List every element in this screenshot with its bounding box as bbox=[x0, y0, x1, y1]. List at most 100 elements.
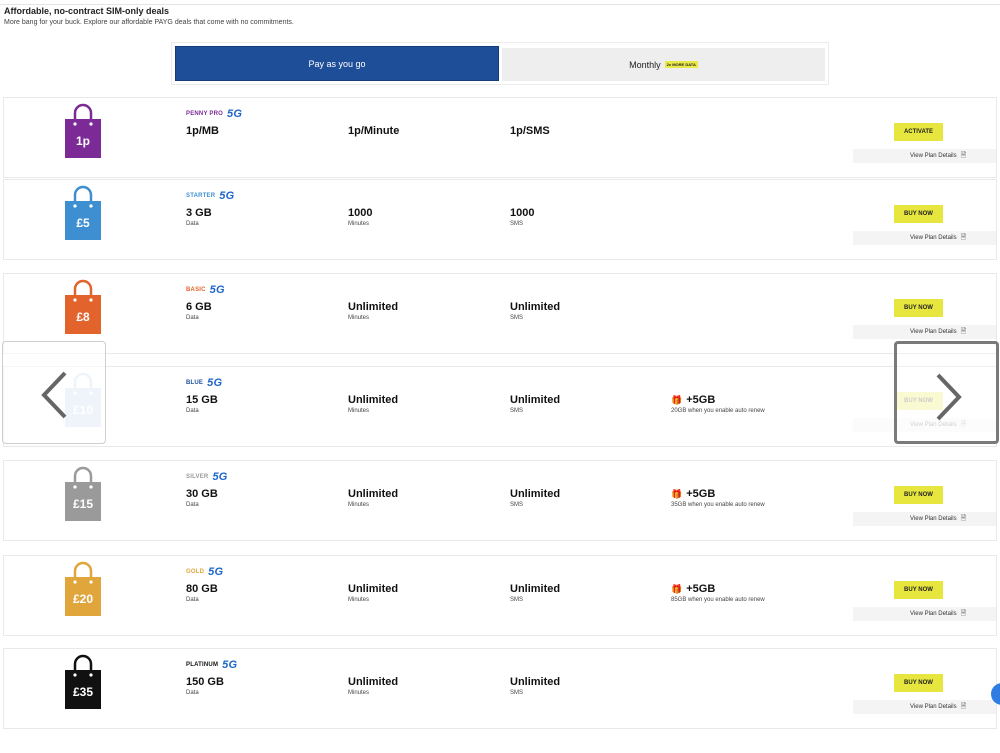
plan-sms: Unlimited SMS bbox=[510, 583, 560, 603]
plan-data: 30 GB Data bbox=[186, 488, 218, 508]
tab-pay-as-you-go[interactable]: Pay as you go bbox=[175, 46, 499, 81]
plan-name: GOLD 5G bbox=[186, 566, 223, 578]
plan-bonus-label: 85GB when you enable auto renew bbox=[671, 597, 765, 603]
view-plan-details-link[interactable]: View Plan Details 🗎 bbox=[853, 607, 996, 621]
plan-sms: Unlimited SMS bbox=[510, 488, 560, 508]
plan-data-label: Data bbox=[186, 502, 199, 508]
plan-minutes-value: 1p/Minute bbox=[348, 125, 400, 137]
plan-data-value: 3 GB bbox=[186, 207, 212, 219]
plan-sms-value: Unlimited bbox=[510, 676, 561, 688]
page-title: Affordable, no-contract SIM-only deals bbox=[4, 6, 170, 16]
view-plan-details-label: View Plan Details bbox=[910, 611, 957, 617]
plan-card: £5 STARTER 5G 3 GB Data 1000 Minutes 100… bbox=[3, 179, 997, 260]
plan-data-value: 80 GB bbox=[186, 583, 218, 595]
view-plan-details-link[interactable]: View Plan Details 🗎 bbox=[853, 149, 996, 163]
shopping-bag-icon: £20 bbox=[63, 561, 103, 617]
plan-data: 150 GB Data bbox=[186, 676, 224, 696]
plan-data-value: 1p/MB bbox=[186, 125, 219, 137]
plan-data: 6 GB Data bbox=[186, 301, 212, 321]
plan-name-label: BLUE bbox=[186, 380, 204, 386]
tab-monthly[interactable]: Monthly 2x MORE DATA bbox=[502, 48, 825, 81]
plan-type-toggle: Pay as you go Monthly 2x MORE DATA bbox=[171, 42, 829, 85]
plan-card: 1p PENNY PRO 5G 1p/MB 1p/Minute 1p/SMS A… bbox=[3, 97, 997, 178]
plan-bonus: 🎁 +5GB 85GB when you enable auto renew bbox=[671, 583, 765, 603]
previous-plan-button[interactable] bbox=[2, 341, 106, 444]
shopping-bag-icon: £8 bbox=[63, 279, 103, 335]
plan-minutes: Unlimited Minutes bbox=[348, 394, 398, 414]
chevron-right-icon bbox=[936, 373, 962, 421]
plan-sms-value: 1000 bbox=[510, 207, 535, 219]
plan-data-label: Data bbox=[186, 221, 199, 227]
gift-icon: 🎁 bbox=[671, 488, 683, 499]
plan-name: BLUE 5G bbox=[186, 377, 222, 389]
view-plan-details-link[interactable]: View Plan Details 🗎 bbox=[853, 700, 996, 714]
plan-action-button[interactable]: ACTIVATE bbox=[894, 123, 943, 141]
shopping-bag-icon: £15 bbox=[63, 466, 103, 522]
plan-name: STARTER 5G bbox=[186, 190, 234, 202]
plan-minutes-value: Unlimited bbox=[348, 301, 399, 313]
plan-sms: Unlimited SMS bbox=[510, 676, 560, 696]
view-plan-details-label: View Plan Details bbox=[910, 235, 957, 241]
plan-minutes-value: Unlimited bbox=[348, 676, 399, 688]
plan-name-label: GOLD bbox=[186, 569, 205, 575]
plan-data: 1p/MB bbox=[186, 125, 219, 139]
document-icon: 🗎 bbox=[960, 609, 967, 617]
view-plan-details-label: View Plan Details bbox=[910, 516, 957, 522]
plan-minutes-label: Minutes bbox=[348, 502, 370, 508]
plan-name: SILVER 5G bbox=[186, 471, 228, 483]
plan-minutes-value: Unlimited bbox=[348, 394, 399, 406]
plan-sms-label: SMS bbox=[510, 502, 524, 508]
plan-minutes: Unlimited Minutes bbox=[348, 488, 398, 508]
view-plan-details-link[interactable]: View Plan Details 🗎 bbox=[853, 512, 996, 526]
plan-data-value: 150 GB bbox=[186, 676, 224, 688]
plan-sms: 1p/SMS bbox=[510, 125, 550, 139]
top-divider bbox=[0, 4, 1000, 5]
plan-sms-label: SMS bbox=[510, 221, 524, 227]
plan-name-label: SILVER bbox=[186, 474, 209, 480]
plan-data: 15 GB Data bbox=[186, 394, 218, 414]
plan-name: PLATINUM 5G bbox=[186, 659, 237, 671]
plan-minutes-label: Minutes bbox=[348, 408, 370, 414]
plan-action-button[interactable]: BUY NOW bbox=[894, 299, 943, 317]
plan-minutes-label: Minutes bbox=[348, 315, 370, 321]
view-plan-details-link[interactable]: View Plan Details 🗎 bbox=[853, 325, 996, 339]
plan-name-label: PENNY PRO bbox=[186, 111, 224, 117]
plan-name: PENNY PRO 5G bbox=[186, 108, 242, 120]
document-icon: 🗎 bbox=[960, 327, 967, 335]
plan-sms: Unlimited SMS bbox=[510, 394, 560, 414]
plan-sms-label: SMS bbox=[510, 690, 524, 696]
document-icon: 🗎 bbox=[960, 514, 967, 522]
plan-sms-label: SMS bbox=[510, 408, 524, 414]
plan-action-button[interactable]: BUY NOW bbox=[894, 486, 943, 504]
plan-minutes-label: Minutes bbox=[348, 690, 370, 696]
plan-minutes: 1000 Minutes bbox=[348, 207, 372, 227]
plan-bonus: 🎁 +5GB 35GB when you enable auto renew bbox=[671, 488, 765, 508]
plan-action-button[interactable]: BUY NOW bbox=[894, 581, 943, 599]
5g-badge: 5G bbox=[207, 377, 223, 389]
plan-action-button[interactable]: BUY NOW bbox=[894, 674, 943, 692]
plan-bonus: 🎁 +5GB 20GB when you enable auto renew bbox=[671, 394, 765, 414]
plan-sms-value: Unlimited bbox=[510, 301, 561, 313]
plan-sms-label: SMS bbox=[510, 315, 524, 321]
plan-data-value: 15 GB bbox=[186, 394, 218, 406]
plan-minutes-value: Unlimited bbox=[348, 488, 399, 500]
next-plan-button[interactable] bbox=[894, 341, 999, 444]
plan-data-label: Data bbox=[186, 408, 199, 414]
plan-price: £20 bbox=[73, 592, 93, 606]
5g-badge: 5G bbox=[219, 190, 235, 202]
view-plan-details-link[interactable]: View Plan Details 🗎 bbox=[853, 231, 996, 245]
plan-action-button[interactable]: BUY NOW bbox=[894, 205, 943, 223]
plan-minutes: 1p/Minute bbox=[348, 125, 399, 139]
5g-badge: 5G bbox=[212, 471, 228, 483]
plan-card: £8 BASIC 5G 6 GB Data Unlimited Minutes … bbox=[3, 273, 997, 354]
plan-name: BASIC 5G bbox=[186, 284, 225, 296]
plan-price: 1p bbox=[76, 134, 90, 148]
plan-minutes: Unlimited Minutes bbox=[348, 301, 398, 321]
5g-badge: 5G bbox=[227, 108, 243, 120]
plan-price: £5 bbox=[76, 216, 90, 230]
plan-data-label: Data bbox=[186, 315, 199, 321]
plan-name-label: STARTER bbox=[186, 193, 216, 199]
plan-bonus-value: +5GB bbox=[686, 394, 716, 406]
shopping-bag-icon: £5 bbox=[63, 185, 103, 241]
plan-minutes-label: Minutes bbox=[348, 597, 370, 603]
